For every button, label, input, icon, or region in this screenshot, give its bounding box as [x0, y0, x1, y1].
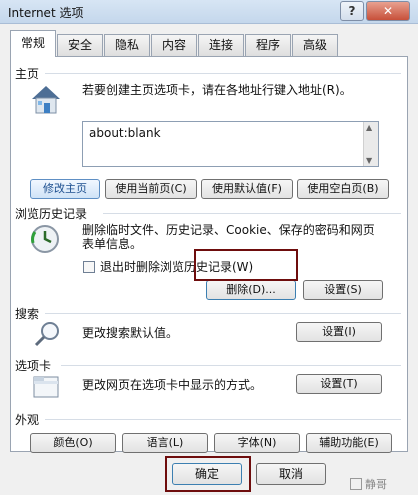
tab-content[interactable]: 内容 — [151, 34, 197, 56]
tabs-group-label: 选项卡 — [15, 357, 56, 374]
window-title: Internet 选项 — [8, 6, 84, 20]
help-button[interactable]: ? — [340, 1, 364, 21]
history-clock-icon — [29, 223, 61, 258]
watermark-icon — [350, 478, 362, 490]
appearance-divider — [45, 419, 401, 420]
search-divider — [45, 313, 401, 314]
watermark: 静哥 — [350, 476, 387, 492]
history-settings-button[interactable]: 设置(S) — [303, 280, 383, 300]
ok-button-highlight — [165, 456, 251, 492]
delete-button-highlight — [194, 249, 298, 281]
search-description: 更改搜索默认值。 — [82, 326, 179, 340]
homepage-url-value: about:blank — [89, 126, 161, 140]
cancel-button[interactable]: 取消 — [256, 463, 326, 485]
tab-security[interactable]: 安全 — [57, 34, 103, 56]
homepage-url-textarea[interactable]: about:blank ▲ ▼ — [82, 121, 379, 167]
homepage-description: 若要创建主页选项卡，请在各地址行键入地址(R)。 — [82, 83, 352, 97]
search-group-label: 搜索 — [15, 305, 44, 322]
tab-connections[interactable]: 连接 — [198, 34, 244, 56]
search-settings-button[interactable]: 设置(I) — [296, 322, 382, 342]
homepage-divider — [45, 73, 401, 74]
tabs-window-icon — [31, 371, 61, 404]
use-default-button[interactable]: 使用默认值(F) — [201, 179, 293, 199]
watermark-text: 静哥 — [365, 478, 387, 491]
magnifier-icon — [33, 319, 63, 352]
dialog-client: 常规 安全 隐私 内容 连接 程序 高级 主页 若要创建主页选项卡，请在各地址行… — [0, 24, 418, 495]
tabs-settings-button[interactable]: 设置(T) — [296, 374, 382, 394]
tab-advanced[interactable]: 高级 — [292, 34, 338, 56]
tab-programs[interactable]: 程序 — [245, 34, 291, 56]
homepage-scrollbar[interactable]: ▲ ▼ — [363, 122, 378, 166]
use-current-page-button[interactable]: 使用当前页(C) — [105, 179, 197, 199]
languages-button[interactable]: 语言(L) — [122, 433, 208, 453]
tabs-description: 更改网页在选项卡中显示的方式。 — [82, 378, 263, 392]
accessibility-button[interactable]: 辅助功能(E) — [306, 433, 392, 453]
appearance-group-label: 外观 — [15, 411, 44, 428]
delete-history-button[interactable]: 删除(D)... — [206, 280, 296, 300]
scroll-down-icon[interactable]: ▼ — [366, 156, 372, 165]
tab-privacy[interactable]: 隐私 — [104, 34, 150, 56]
history-group-label: 浏览历史记录 — [15, 205, 92, 222]
fonts-button[interactable]: 字体(N) — [214, 433, 300, 453]
colors-button[interactable]: 颜色(O) — [30, 433, 116, 453]
tabs-divider — [61, 365, 401, 366]
delete-on-exit-checkbox[interactable] — [83, 261, 95, 273]
use-blank-button[interactable]: 使用空白页(B) — [297, 179, 389, 199]
title-bar: Internet 选项 ? ✕ — [0, 0, 418, 24]
history-divider — [103, 213, 401, 214]
scroll-up-icon[interactable]: ▲ — [366, 123, 372, 132]
tab-general[interactable]: 常规 — [10, 30, 56, 57]
history-description: 删除临时文件、历史记录、Cookie、保存的密码和网页表单信息。 — [82, 223, 375, 251]
homepage-group-label: 主页 — [15, 65, 44, 82]
modify-homepage-button[interactable]: 修改主页 — [30, 179, 100, 199]
house-icon — [29, 83, 63, 120]
close-button[interactable]: ✕ — [366, 1, 410, 21]
